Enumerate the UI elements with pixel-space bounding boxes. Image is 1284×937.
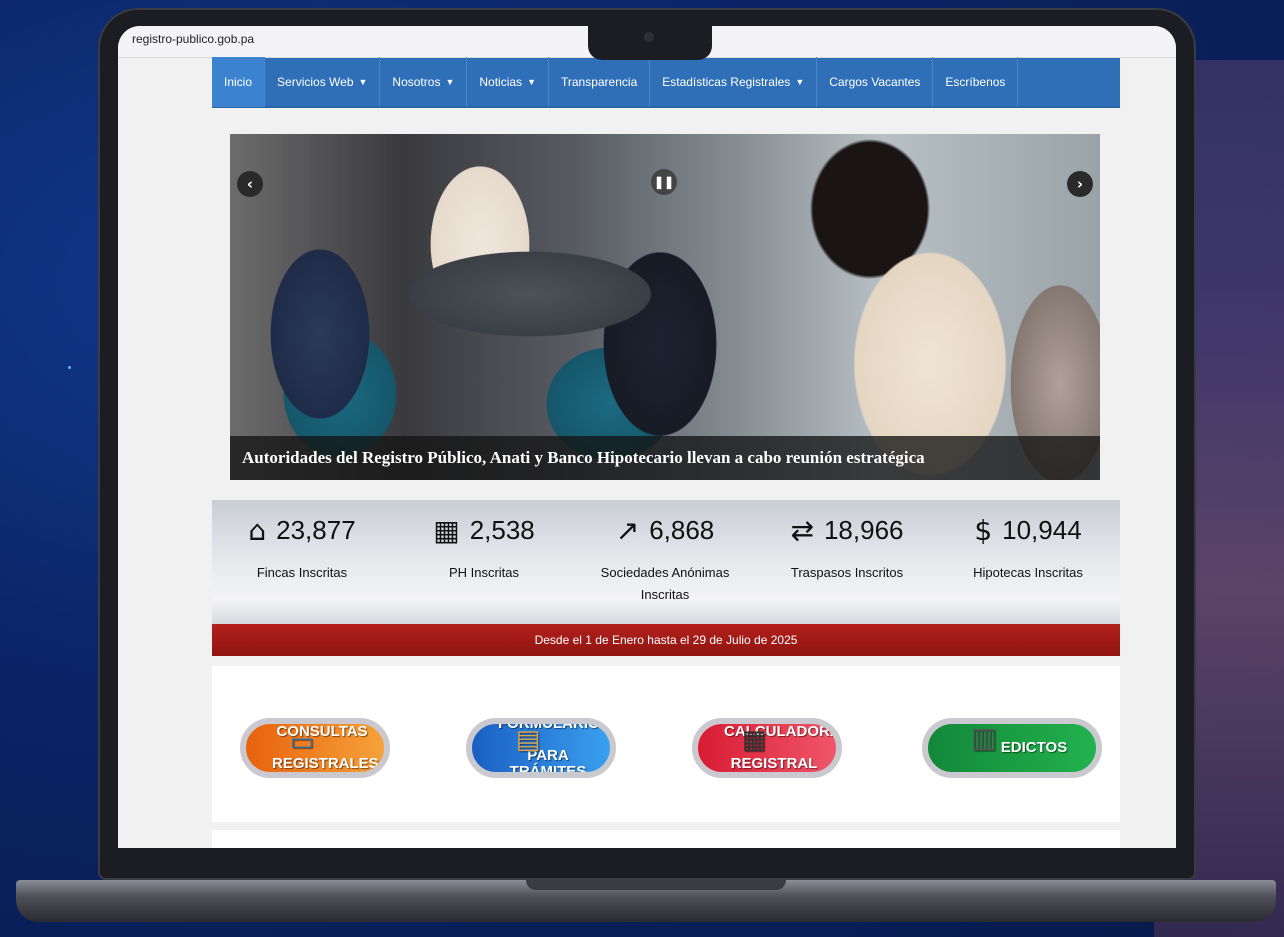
nav-item-servicios-web[interactable]: Servicios Web ▼ (265, 57, 381, 107)
nav-label: Servicios Web (277, 75, 354, 89)
document-icon: ▥ (970, 721, 998, 754)
house-icon: ⌂ (248, 513, 267, 547)
nav-item-estadisticas-registrales[interactable]: Estadísticas Registrales ▼ (650, 57, 818, 107)
calculator-icon: ▦ (741, 725, 767, 755)
nav-label: Nosotros (392, 75, 441, 89)
stat-label: Fincas Inscritas (256, 565, 348, 580)
background-star (68, 366, 71, 369)
stat-label: Traspasos Inscritos (790, 565, 904, 580)
stats-period-text: Desde el 1 de Enero hasta el 29 de Julio… (534, 633, 798, 647)
stat-value: 6,868 (649, 514, 715, 545)
stat-ph: ▦ 2,538 PH Inscritas (394, 510, 574, 584)
formularios-tramites-button[interactable]: ▤ FORMULARIOS PARA TRÁMITES (466, 718, 616, 778)
nav-label: Estadísticas Registrales (662, 75, 791, 89)
button-label-line1: FORMULARIOS (498, 718, 610, 732)
chevron-down-icon: ▼ (795, 77, 805, 87)
chevron-left-icon[interactable]: ‹ (237, 171, 263, 197)
news-slider[interactable]: ‹ ❚❚ › Autoridades del Registro Público,… (230, 134, 1100, 480)
nav-label: Transparencia (560, 75, 638, 89)
laptop-groove (526, 880, 786, 890)
laptop-notch (588, 22, 712, 60)
stat-value: 2,538 (469, 514, 535, 545)
page-content: Inicio Servicios Web ▼ Nosotros ▼ Noticias… (212, 57, 1120, 848)
calculadora-registral-button[interactable]: ▦ CALCULADORA REGISTRAL (692, 718, 842, 778)
nav-label: Noticias (479, 75, 523, 89)
computer-icon: ▭ (289, 727, 315, 757)
stat-traspasos: ⇄ 18,966 Traspasos Inscritos (757, 510, 937, 584)
clipboard-icon: ▤ (515, 725, 541, 755)
mortgage-icon: $ (974, 513, 993, 547)
button-label-line2: REGISTRALES (272, 755, 379, 772)
stat-label: PH Inscritas (448, 565, 520, 580)
nav-label: Escríbenos (945, 75, 1006, 89)
slider-caption[interactable]: Autoridades del Registro Público, Anati … (230, 436, 1100, 480)
stat-sociedades: ↗ 6,868 Sociedades Anónimas Inscritas (575, 510, 755, 606)
stat-value: 18,966 (823, 514, 904, 545)
edictos-button[interactable]: ▥ EDICTOS (922, 718, 1102, 778)
building-icon: ▦ (433, 513, 460, 547)
chart-growth-icon: ↗ (615, 513, 640, 547)
stat-value: 10,944 (1002, 514, 1082, 545)
chevron-down-icon: ▼ (358, 77, 368, 87)
chevron-right-icon[interactable]: › (1067, 171, 1093, 197)
next-section (212, 830, 1120, 848)
url-text[interactable]: registro-publico.gob.pa (132, 32, 254, 46)
button-label-line2: REGISTRAL (730, 755, 818, 772)
laptop-base (16, 880, 1276, 922)
quick-links: ▭ CONSULTAS REGISTRALES ▤ FORMULARIOS PARA… (212, 666, 1120, 822)
nav-item-transparencia[interactable]: Transparencia (549, 57, 651, 107)
web-page: Inicio Servicios Web ▼ Nosotros ▼ Noticias… (118, 57, 1176, 848)
nav-item-nosotros[interactable]: Nosotros ▼ (380, 57, 468, 107)
stat-label: Sociedades Anónimas Inscritas (600, 565, 730, 602)
stats-period-banner: Desde el 1 de Enero hasta el 29 de Julio… (212, 624, 1120, 656)
chevron-down-icon: ▼ (445, 77, 455, 87)
camera-icon (644, 32, 654, 42)
house-transfer-icon: ⇄ (790, 513, 814, 547)
stat-hipotecas: $10,944 Hipotecas Inscritas (938, 510, 1118, 584)
pause-icon[interactable]: ❚❚ (651, 169, 677, 195)
stat-value: 23,877 (276, 514, 356, 545)
laptop-screen: registro-publico.gob.pa Inicio Servicios… (118, 26, 1176, 848)
main-navigation: Inicio Servicios Web ▼ Nosotros ▼ Noticias… (212, 57, 1120, 108)
nav-label: Inicio (224, 75, 253, 89)
slider-caption-text: Autoridades del Registro Público, Anati … (242, 448, 925, 467)
statistics-panel: ⌂ 23,877 Fincas Inscritas ▦ 2,538 PH Inscr… (212, 500, 1120, 624)
button-label-line2: PARA TRÁMITES (509, 747, 587, 778)
nav-item-noticias[interactable]: Noticias ▼ (467, 57, 549, 107)
chevron-down-icon: ▼ (527, 77, 536, 87)
nav-item-escribenos[interactable]: Escríbenos (933, 57, 1019, 107)
stat-label: Hipotecas Inscritas (973, 565, 1083, 580)
consultas-registrales-button[interactable]: ▭ CONSULTAS REGISTRALES (240, 718, 390, 778)
nav-item-inicio[interactable]: Inicio (212, 57, 266, 107)
stat-fincas: ⌂ 23,877 Fincas Inscritas (212, 510, 392, 584)
nav-item-cargos-vacantes[interactable]: Cargos Vacantes (817, 57, 934, 107)
nav-label: Cargos Vacantes (829, 75, 921, 89)
